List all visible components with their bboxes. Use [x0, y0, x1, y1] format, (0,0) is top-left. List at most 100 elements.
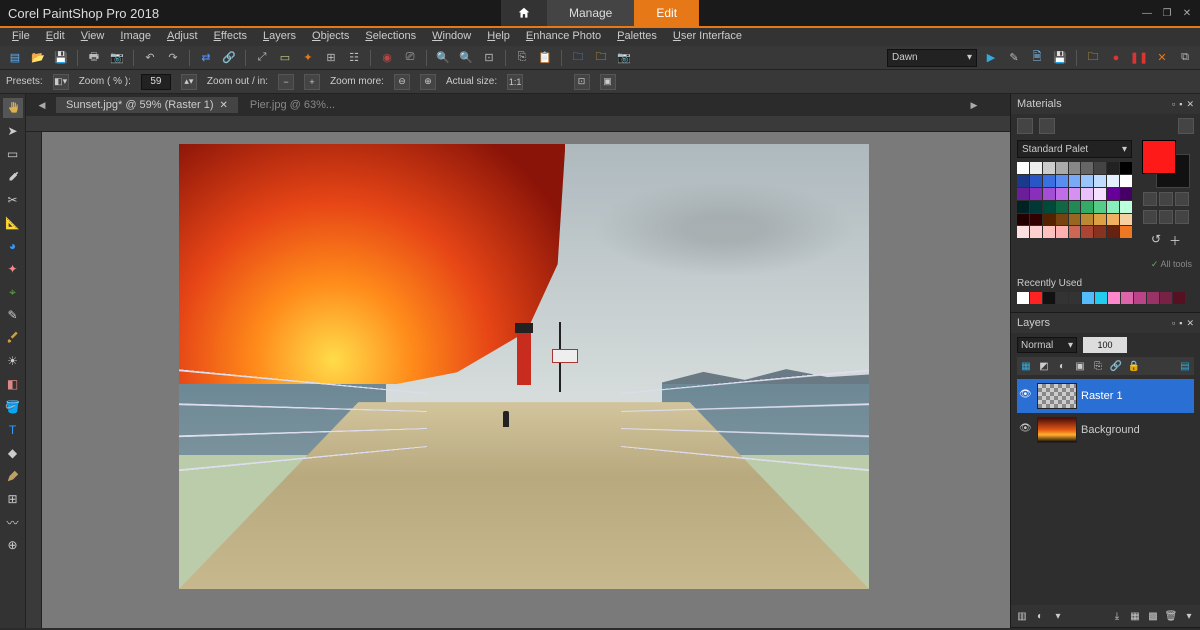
menu-help[interactable]: Help — [481, 30, 516, 42]
color-swatch[interactable] — [1094, 226, 1106, 238]
open-file-button[interactable]: 📂 — [29, 49, 47, 67]
color-swatch[interactable] — [1017, 162, 1029, 174]
selection-tool[interactable]: ▭ — [3, 144, 23, 164]
color-swatch[interactable] — [1030, 201, 1042, 213]
undock-icon[interactable]: ▫ — [1172, 318, 1175, 329]
dropper-tool[interactable] — [3, 167, 23, 187]
delete-layer[interactable]: 🗑 — [1164, 609, 1178, 623]
new-file-button[interactable]: ▤ — [6, 49, 24, 67]
menu-effects[interactable]: Effects — [208, 30, 253, 42]
save-button[interactable]: 💾 — [52, 49, 70, 67]
undo-button[interactable]: ↶ — [141, 49, 159, 67]
zoom-more-out[interactable]: ⊖ — [394, 74, 410, 90]
color-swatch[interactable] — [1107, 201, 1119, 213]
blend-mode-combo[interactable]: Normal ▾ — [1017, 337, 1077, 353]
color-swatch[interactable] — [1043, 201, 1055, 213]
close-icon[interactable]: ✕ — [1186, 318, 1194, 329]
color-swatch[interactable] — [1107, 226, 1119, 238]
menu-window[interactable]: Window — [426, 30, 477, 42]
color-swatch[interactable] — [1120, 201, 1132, 213]
close-icon[interactable]: ✕ — [220, 100, 228, 111]
color-swatch[interactable] — [1017, 175, 1029, 187]
recent-swatch[interactable] — [1069, 292, 1081, 304]
color-swatch[interactable] — [1094, 162, 1106, 174]
menu-enhance-photo[interactable]: Enhance Photo — [520, 30, 607, 42]
close-icon[interactable]: ✕ — [1186, 99, 1194, 110]
color-swatch[interactable] — [1030, 188, 1042, 200]
color-swatch[interactable] — [1069, 214, 1081, 226]
color-swatch[interactable] — [1094, 214, 1106, 226]
add-swatch-icon[interactable]: ＋ — [1169, 232, 1181, 249]
clone-tool[interactable]: ⌖ — [3, 282, 23, 302]
recent-swatch[interactable] — [1095, 292, 1107, 304]
expand-all[interactable]: ▦ — [1128, 609, 1142, 623]
add-tool[interactable]: ⊕ — [3, 535, 23, 555]
menu-selections[interactable]: Selections — [359, 30, 422, 42]
redo-button[interactable]: ↷ — [164, 49, 182, 67]
layer-style[interactable]: ▥ — [1015, 609, 1029, 623]
materials-tab-dropper[interactable] — [1178, 118, 1194, 134]
warp-tool[interactable]: ⊞ — [3, 489, 23, 509]
record-button[interactable]: ● — [1107, 49, 1125, 67]
color-swatch[interactable] — [1056, 188, 1068, 200]
tab-scroll-right[interactable]: ▶ — [968, 96, 980, 114]
visibility-icon[interactable]: 👁 — [1019, 423, 1033, 437]
fit-window-button[interactable]: ⊡ — [480, 49, 498, 67]
toggle-2c[interactable] — [1175, 210, 1189, 224]
menu-objects[interactable]: Objects — [306, 30, 355, 42]
color-swatch[interactable] — [1017, 214, 1029, 226]
doc-tab-pier[interactable]: Pier.jpg @ 63%... — [240, 97, 345, 113]
script-folder2-button[interactable]: 🗀 — [1084, 49, 1102, 67]
color-swatch[interactable] — [1107, 162, 1119, 174]
canvas-image[interactable] — [179, 144, 869, 589]
zoom-in-step[interactable]: + — [304, 74, 320, 90]
color-swatch[interactable] — [1043, 226, 1055, 238]
recent-swatch[interactable] — [1030, 292, 1042, 304]
color-swatch[interactable] — [1069, 201, 1081, 213]
batch-button[interactable]: ☷ — [345, 49, 363, 67]
minimize-button[interactable]: — — [1140, 6, 1154, 20]
script-edit-button[interactable]: ✎ — [1005, 49, 1023, 67]
color-swatch[interactable] — [1017, 201, 1029, 213]
pen-tool[interactable] — [3, 466, 23, 486]
zoom-out-step[interactable]: − — [278, 74, 294, 90]
recent-swatch[interactable] — [1160, 292, 1172, 304]
color-swatch[interactable] — [1120, 214, 1132, 226]
new-raster-layer[interactable]: ▦ — [1019, 359, 1033, 373]
resize-button[interactable]: ⤢ — [253, 49, 271, 67]
foreground-background[interactable] — [1142, 140, 1190, 188]
recent-swatch[interactable] — [1121, 292, 1133, 304]
redeye-tool[interactable]: ◕ — [3, 236, 23, 256]
recent-swatch[interactable] — [1043, 292, 1055, 304]
menu-user-interface[interactable]: User Interface — [667, 30, 748, 42]
shape-tool[interactable]: ◆ — [3, 443, 23, 463]
layer-effects[interactable]: ▤ — [1178, 359, 1192, 373]
color-swatch[interactable] — [1120, 188, 1132, 200]
twain-button[interactable]: 📷 — [108, 49, 126, 67]
zoom-stepper[interactable]: ▴▾ — [181, 74, 197, 90]
manage-tab[interactable]: Manage — [547, 0, 634, 26]
color-swatch[interactable] — [1107, 214, 1119, 226]
folder2-button[interactable]: 🗀 — [592, 49, 610, 67]
undock-icon[interactable]: ▫ — [1172, 99, 1175, 110]
color-swatch[interactable] — [1056, 162, 1068, 174]
color-swatch[interactable] — [1094, 188, 1106, 200]
palette-combo[interactable]: Standard Palet ▾ — [1017, 140, 1132, 158]
save-record-button[interactable]: ⧉ — [1176, 49, 1194, 67]
oil-brush-tool[interactable]: 〰 — [3, 512, 23, 532]
menu-view[interactable]: View — [75, 30, 111, 42]
layer-menu[interactable]: ▾ — [1182, 609, 1196, 623]
color-swatch[interactable] — [1107, 188, 1119, 200]
new-adjustment-layer[interactable]: ◐ — [1055, 359, 1069, 373]
swap-icon[interactable]: ↺ — [1151, 232, 1161, 249]
color-swatch[interactable] — [1120, 175, 1132, 187]
color-swatch[interactable] — [1081, 175, 1093, 187]
play-script-button[interactable]: ▶ — [982, 49, 1000, 67]
recent-swatch[interactable] — [1082, 292, 1094, 304]
layer-dropdown[interactable]: ▾ — [1051, 609, 1065, 623]
merge-down[interactable]: ⤓ — [1110, 609, 1124, 623]
straighten-tool[interactable]: 📐 — [3, 213, 23, 233]
recent-swatch[interactable] — [1056, 292, 1068, 304]
color-swatch[interactable] — [1120, 226, 1132, 238]
maximize-icon[interactable]: ▪ — [1179, 318, 1182, 329]
